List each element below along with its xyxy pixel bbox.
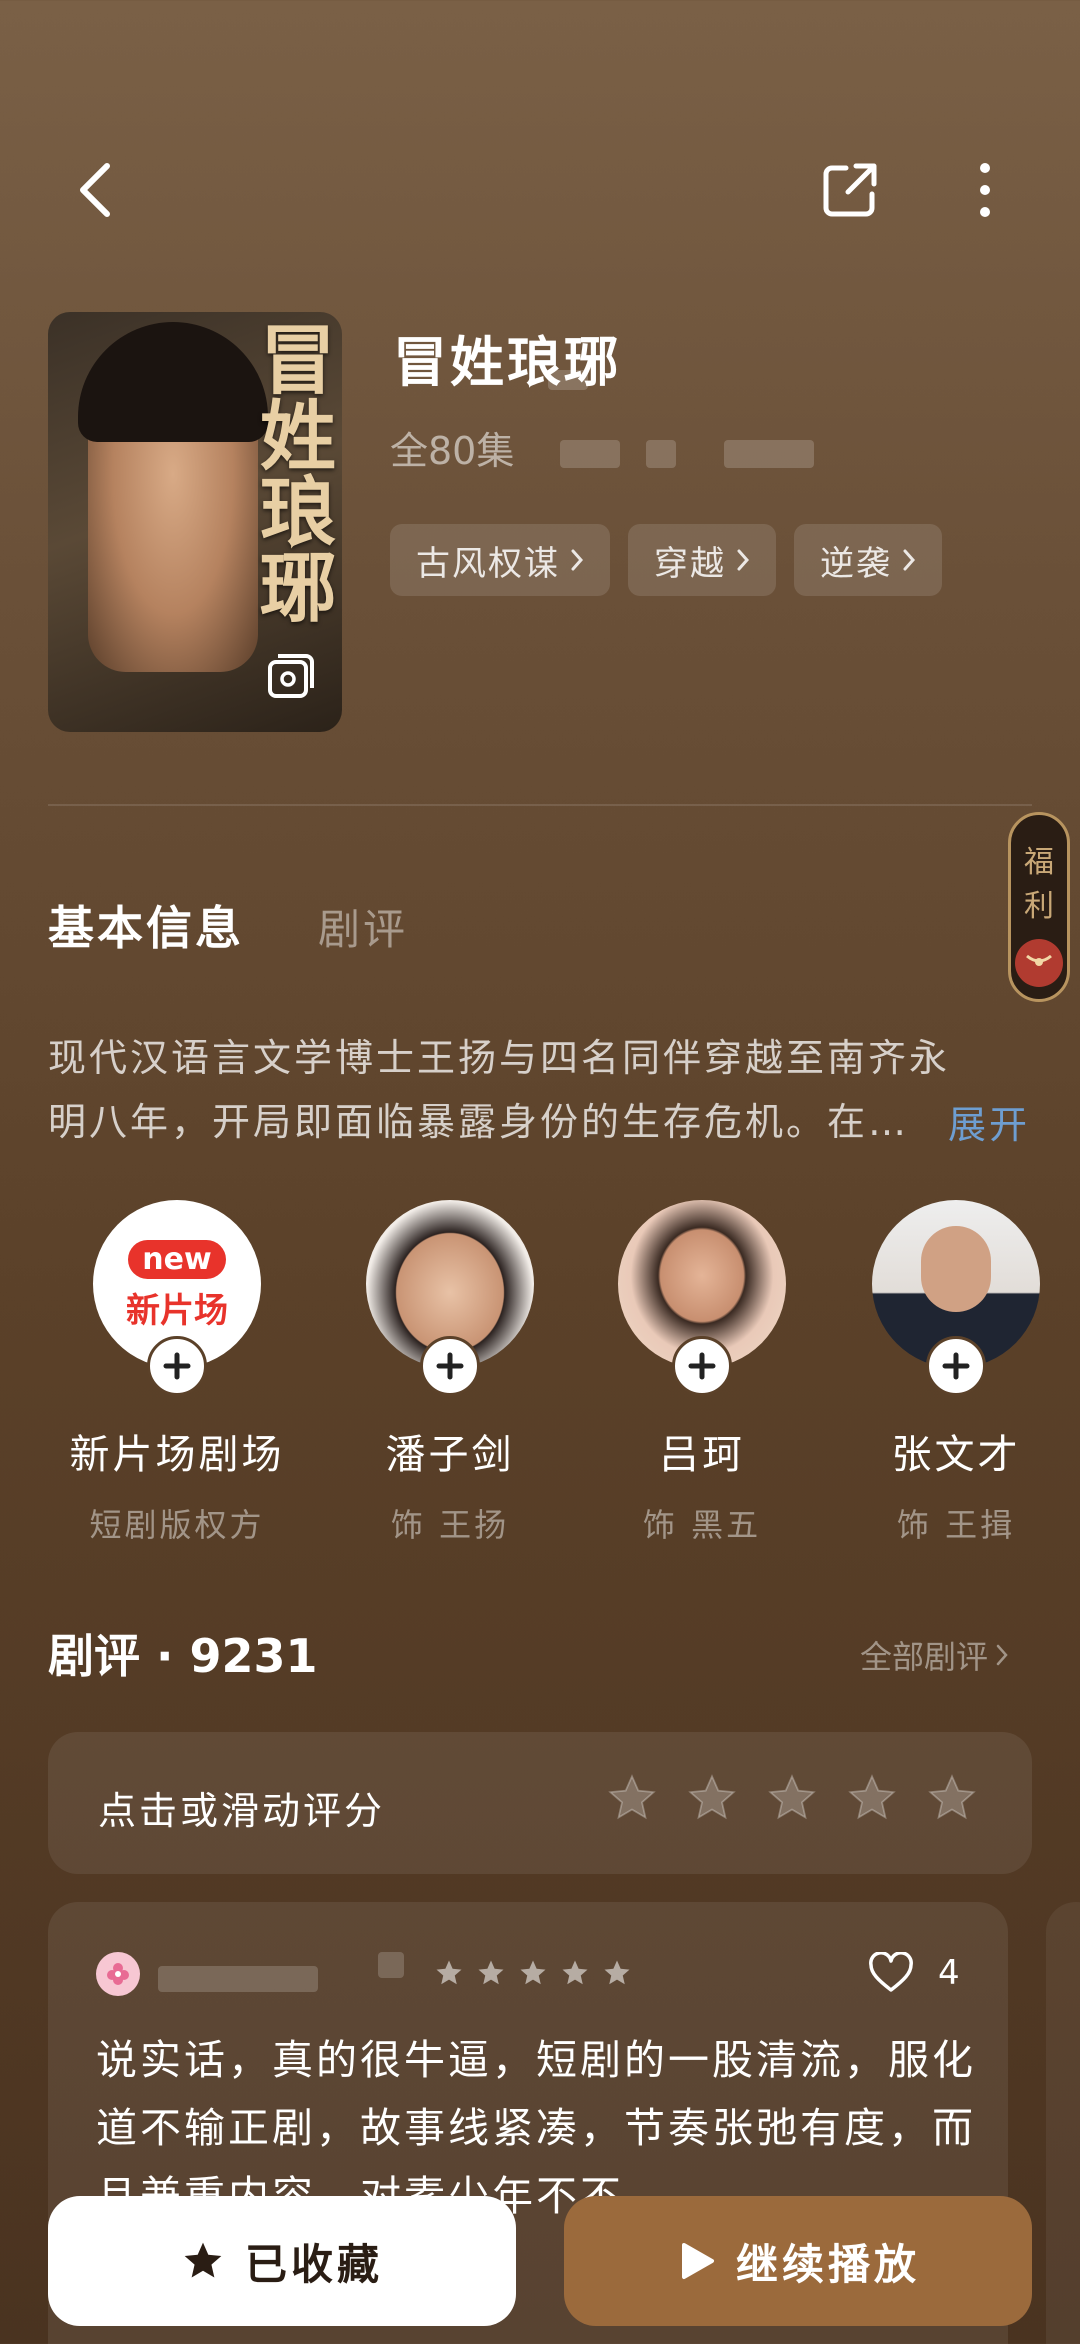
blurred-text (724, 440, 814, 468)
flower-icon (107, 1963, 129, 1985)
poster-gallery-icon[interactable] (266, 652, 316, 702)
welfare-label: 福利 (1024, 845, 1054, 924)
reviews-heading: 剧评 · 9231 (48, 1629, 318, 1683)
cast-list: new 新片场 新片场剧场 短剧版权方 潘子剑 饰 王扬 吕珂 饰 黑五 张文才… (0, 1200, 1080, 1544)
brand-logo-text: 新片场 (126, 1291, 228, 1331)
blurred-text (548, 370, 588, 390)
like-button[interactable]: 4 (868, 1952, 960, 1994)
synopsis-text: 现代汉语言文学博士王扬与四名同伴穿越至南齐永明八年，开局即面临暴露身份的生存危机… (48, 1036, 951, 1144)
star-icon[interactable] (926, 1772, 978, 1824)
star-icon (604, 1960, 630, 1985)
like-count: 4 (938, 1953, 960, 1993)
plus-icon (942, 1352, 970, 1380)
play-icon (681, 2243, 714, 2279)
tag-label: 穿越 (654, 543, 726, 584)
play-label: 继续播放 (735, 2239, 920, 2289)
share-icon (823, 163, 877, 217)
cast-item[interactable]: new 新片场 新片场剧场 短剧版权方 (57, 1200, 297, 1546)
detail-tabs: 基本信息 剧评 (48, 892, 408, 958)
star-icon (562, 1960, 588, 1985)
welfare-widget[interactable]: 福利 (1008, 812, 1070, 1002)
genre-tags: 古风权谋 穿越 逆袭 (390, 524, 942, 596)
cast-role: 短剧版权方 (89, 1506, 265, 1544)
poster-title: 冒姓琅琊 (247, 320, 336, 624)
plus-icon (436, 1352, 464, 1380)
plus-icon (688, 1352, 716, 1380)
expand-synopsis-button[interactable]: 展开 (948, 1094, 1030, 1149)
share-button[interactable] (810, 150, 890, 230)
more-button[interactable] (945, 150, 1025, 230)
section-divider (48, 804, 1032, 806)
chevron-left-icon (80, 163, 110, 217)
star-icon (520, 1960, 546, 1985)
favorite-button[interactable]: 已收藏 (48, 2196, 516, 2326)
top-bar (0, 150, 1080, 230)
chevron-right-icon (903, 549, 916, 571)
blurred-text (560, 440, 620, 468)
red-envelope-icon (1015, 939, 1063, 987)
tab-basic-info[interactable]: 基本信息 (48, 892, 244, 958)
star-icon[interactable] (606, 1772, 658, 1824)
rating-stars[interactable] (606, 1772, 978, 1824)
tag-chip[interactable]: 穿越 (628, 524, 776, 596)
chevron-right-icon (571, 549, 584, 571)
follow-button[interactable] (926, 1336, 986, 1396)
all-reviews-label: 全部剧评 (860, 1638, 989, 1676)
star-icon (478, 1960, 504, 1985)
bottom-action-bar: 已收藏 继续播放 (0, 2190, 1080, 2344)
blurred-text (646, 440, 676, 468)
cast-name: 潘子剑 (385, 1432, 515, 1478)
cast-name: 吕珂 (659, 1432, 745, 1478)
rate-prompt: 点击或滑动评分 (98, 1789, 386, 1833)
star-icon (436, 1960, 462, 1985)
star-icon[interactable] (686, 1772, 738, 1824)
follow-button[interactable] (147, 1336, 207, 1396)
all-reviews-link[interactable]: 全部剧评 (860, 1632, 1008, 1678)
tag-label: 古风权谋 (416, 543, 560, 584)
cast-item[interactable]: 吕珂 饰 黑五 (582, 1200, 822, 1546)
episode-count: 全80集 (390, 429, 515, 473)
rating-card[interactable]: 点击或滑动评分 (48, 1732, 1032, 1874)
tag-chip[interactable]: 古风权谋 (390, 524, 610, 596)
favorite-label: 已收藏 (244, 2239, 383, 2289)
tag-label: 逆袭 (820, 543, 892, 584)
cast-name: 新片场剧场 (69, 1432, 285, 1478)
chevron-right-icon (737, 549, 750, 571)
blurred-username (158, 1966, 318, 1992)
continue-play-button[interactable]: 继续播放 (564, 2196, 1032, 2326)
follow-button[interactable] (420, 1336, 480, 1396)
cast-role: 饰 王扬 (390, 1506, 510, 1544)
blurred-username (378, 1952, 404, 1978)
more-vertical-icon (980, 163, 990, 217)
plus-icon (163, 1352, 191, 1380)
cast-item[interactable]: 潘子剑 饰 王扬 (330, 1200, 570, 1546)
review-rating (434, 1958, 632, 1988)
heart-icon (869, 1952, 913, 1992)
cast-role: 饰 黑五 (642, 1506, 762, 1544)
tag-chip[interactable]: 逆袭 (794, 524, 942, 596)
cast-name: 张文才 (891, 1432, 1021, 1478)
back-button[interactable] (55, 150, 135, 230)
follow-button[interactable] (672, 1336, 732, 1396)
new-badge: new (128, 1240, 226, 1279)
star-icon[interactable] (766, 1772, 818, 1824)
star-filled-icon (184, 2242, 222, 2278)
cast-item[interactable]: 张文才 饰 王揖 (836, 1200, 1076, 1546)
cast-role: 饰 王揖 (896, 1506, 1016, 1544)
tab-reviews[interactable]: 剧评 (318, 896, 408, 957)
star-icon[interactable] (846, 1772, 898, 1824)
chevron-right-icon (996, 1644, 1008, 1666)
avatar (96, 1952, 140, 1996)
